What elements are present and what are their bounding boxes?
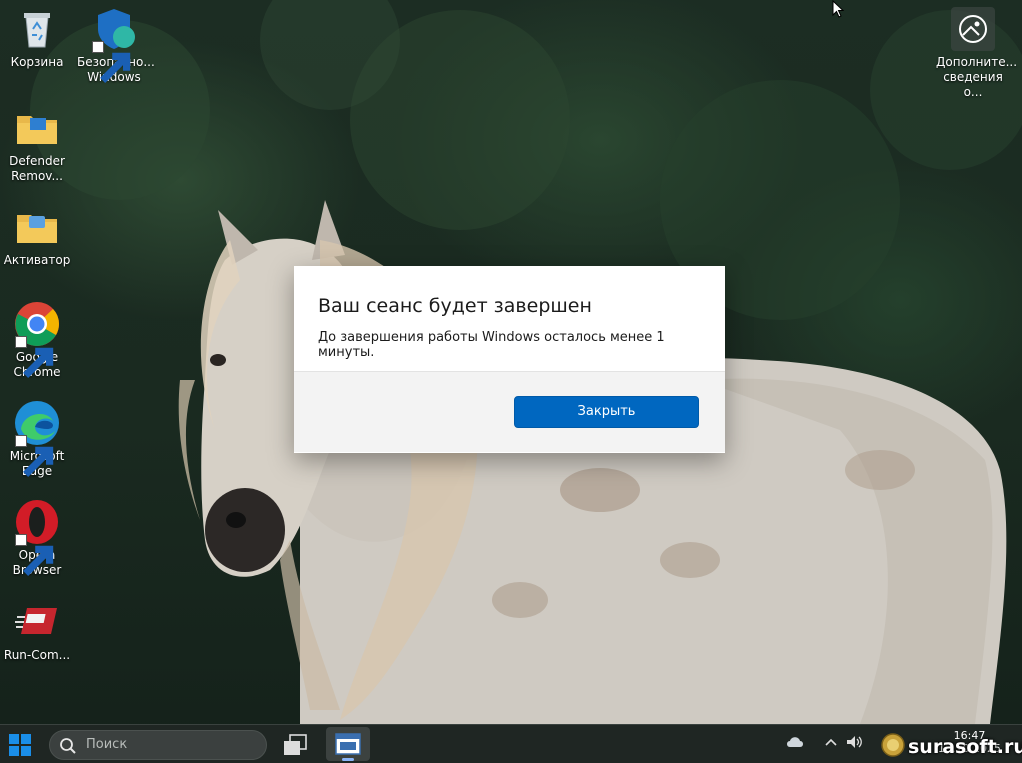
folder-icon (13, 104, 61, 152)
active-indicator (342, 758, 354, 761)
taskbar-app-active[interactable] (326, 727, 370, 761)
run-command-icon (13, 598, 61, 646)
info-circle-icon (949, 5, 997, 53)
desktop-icon-opera-browser[interactable]: Opera Browser (0, 498, 74, 578)
desktop-icon-label: Defender Remov... (9, 154, 65, 183)
chrome-icon (13, 300, 61, 378)
taskbar: Поиск 16:47 13.10.2025 (0, 724, 1022, 763)
folder-icon (13, 203, 61, 251)
desktop-icon-google-chrome[interactable]: Google Chrome (0, 300, 74, 380)
taskbar-search-box[interactable]: Поиск (49, 730, 267, 760)
shortcut-arrow-icon (15, 534, 54, 576)
desktop-icon-label: Run-Com... (3, 648, 71, 662)
dialog-title: Ваш сеанс будет завершен (318, 295, 592, 317)
dialog-message: До завершения работы Windows осталось ме… (318, 330, 665, 360)
desktop-icon-activator[interactable]: Активатор (0, 203, 74, 268)
desktop-icon-label: Активатор (3, 253, 71, 267)
edge-icon (13, 399, 61, 477)
watermark-emblem-icon (881, 733, 905, 757)
recycle-bin-icon (13, 5, 61, 53)
desktop-icon-microsoft-edge[interactable]: Microsoft Edge (0, 399, 74, 479)
watermark-text: surasoft.ru (908, 736, 1022, 758)
desktop-icon-defender-remover[interactable]: Defender Remov... (0, 104, 74, 184)
mouse-cursor-icon (832, 0, 845, 18)
desktop-icon-run-command[interactable]: Run-Com... (0, 598, 74, 663)
search-icon (60, 738, 76, 754)
shortcut-arrow-icon (92, 41, 131, 83)
shortcut-arrow-icon (15, 435, 54, 477)
watermark: surasoft.ru (880, 728, 1022, 763)
desktop-icon-label: Дополните... (936, 55, 1018, 69)
chevron-up-icon[interactable] (820, 731, 842, 757)
volume-icon[interactable] (843, 731, 865, 757)
shield-icon (90, 5, 138, 83)
task-view-icon[interactable] (282, 733, 308, 757)
window-app-icon (335, 733, 361, 755)
close-button[interactable]: Закрыть (514, 396, 699, 428)
weather-icon[interactable] (784, 731, 806, 757)
desktop-icon-label: сведения о... (943, 70, 1003, 99)
dialog-content: Ваш сеанс будет завершен До завершения р… (294, 266, 725, 372)
opera-icon (13, 498, 61, 576)
desktop-icon-more-info[interactable]: Дополните... сведения о... (936, 5, 1018, 100)
session-end-dialog: Ваш сеанс будет завершен До завершения р… (294, 266, 725, 453)
dialog-footer: Закрыть (294, 372, 725, 452)
desktop-icon-recycle-bin[interactable]: Корзина (0, 5, 74, 70)
search-placeholder: Поиск (86, 737, 128, 752)
windows-start-icon[interactable] (9, 734, 31, 756)
desktop-icon-windows-security[interactable]: Безопасно... Windows (77, 5, 155, 85)
desktop-icon-label: Корзина (10, 55, 64, 69)
shortcut-arrow-icon (15, 336, 54, 378)
